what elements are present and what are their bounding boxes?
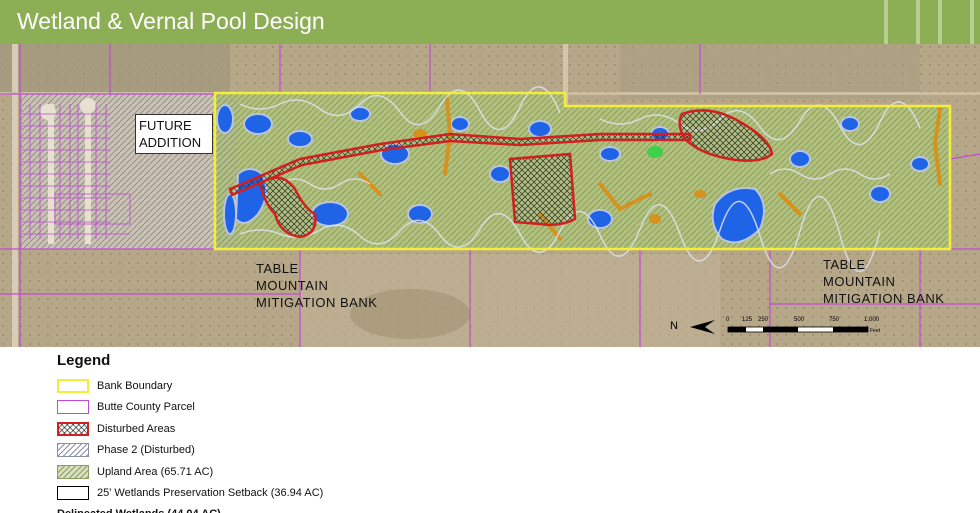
legend-item-label: Disturbed Areas bbox=[97, 422, 176, 435]
setback-swatch bbox=[57, 486, 89, 501]
legend-item-label: 25' Wetlands Preservation Setback (36.94… bbox=[97, 487, 324, 500]
label-line: MOUNTAIN bbox=[823, 274, 896, 289]
scale-tick: 125 bbox=[742, 317, 753, 323]
label-line: ADDITION bbox=[139, 135, 202, 150]
scale-tick: 500 bbox=[794, 317, 805, 323]
label-line: TABLE bbox=[823, 257, 866, 272]
label-line: FUTURE bbox=[139, 118, 192, 133]
label-line: TABLE bbox=[256, 261, 299, 276]
upland-swatch bbox=[57, 464, 89, 479]
bank-boundary-swatch bbox=[57, 378, 89, 393]
legend-item-label: Phase 2 (Disturbed) bbox=[97, 444, 195, 457]
title-banner: Wetland & Vernal Pool Design bbox=[0, 0, 980, 44]
page-title: Wetland & Vernal Pool Design bbox=[17, 8, 325, 34]
disturbed-swatch bbox=[57, 421, 89, 436]
future-addition-label: FUTURE ADDITION bbox=[135, 114, 213, 154]
legend-item-cutoff: Delineated Wetlands (44.04 AC) bbox=[57, 508, 221, 513]
legend-item-setback: 25' Wetlands Preservation Setback (36.94… bbox=[57, 483, 323, 505]
scale-tick: 750 bbox=[829, 317, 840, 323]
label-line: MITIGATION BANK bbox=[823, 291, 945, 306]
map-label-table-mountain-left: TABLE MOUNTAIN MITIGATION BANK bbox=[256, 260, 377, 311]
scale-tick: 1,000 bbox=[864, 317, 880, 323]
legend-item-bank-boundary: Bank Boundary bbox=[57, 375, 323, 397]
decorative-bars bbox=[880, 0, 980, 44]
legend-item-label: Bank Boundary bbox=[97, 379, 173, 392]
legend-item-label: Upland Area (65.71 AC) bbox=[97, 465, 214, 478]
label-line: MITIGATION BANK bbox=[256, 295, 378, 310]
legend-item-label: Butte County Parcel bbox=[97, 401, 195, 414]
scale-bar-labels: 0 125 250 500 750 1,000 bbox=[724, 317, 894, 327]
parcel-swatch bbox=[57, 400, 89, 415]
legend-item-parcel: Butte County Parcel bbox=[57, 397, 323, 419]
scale-tick: 0 bbox=[726, 317, 730, 323]
scale-tick: 250 bbox=[758, 317, 769, 323]
label-line: MOUNTAIN bbox=[256, 278, 329, 293]
scale-unit: Feet bbox=[870, 328, 881, 334]
map-legend: Legend Bank Boundary Butte County Parcel… bbox=[57, 352, 323, 504]
phase2-swatch bbox=[57, 443, 89, 458]
legend-item-upland: Upland Area (65.71 AC) bbox=[57, 461, 323, 483]
legend-title: Legend bbox=[57, 352, 111, 369]
map-label-table-mountain-right: TABLE MOUNTAIN MITIGATION BANK bbox=[823, 256, 944, 307]
north-arrow-label: N bbox=[670, 320, 678, 332]
legend-item-disturbed: Disturbed Areas bbox=[57, 418, 323, 440]
site-map[interactable]: TABLE MOUNTAIN MITIGATION BANK TABLE MOU… bbox=[0, 44, 980, 347]
legend-item-phase2: Phase 2 (Disturbed) bbox=[57, 440, 323, 462]
